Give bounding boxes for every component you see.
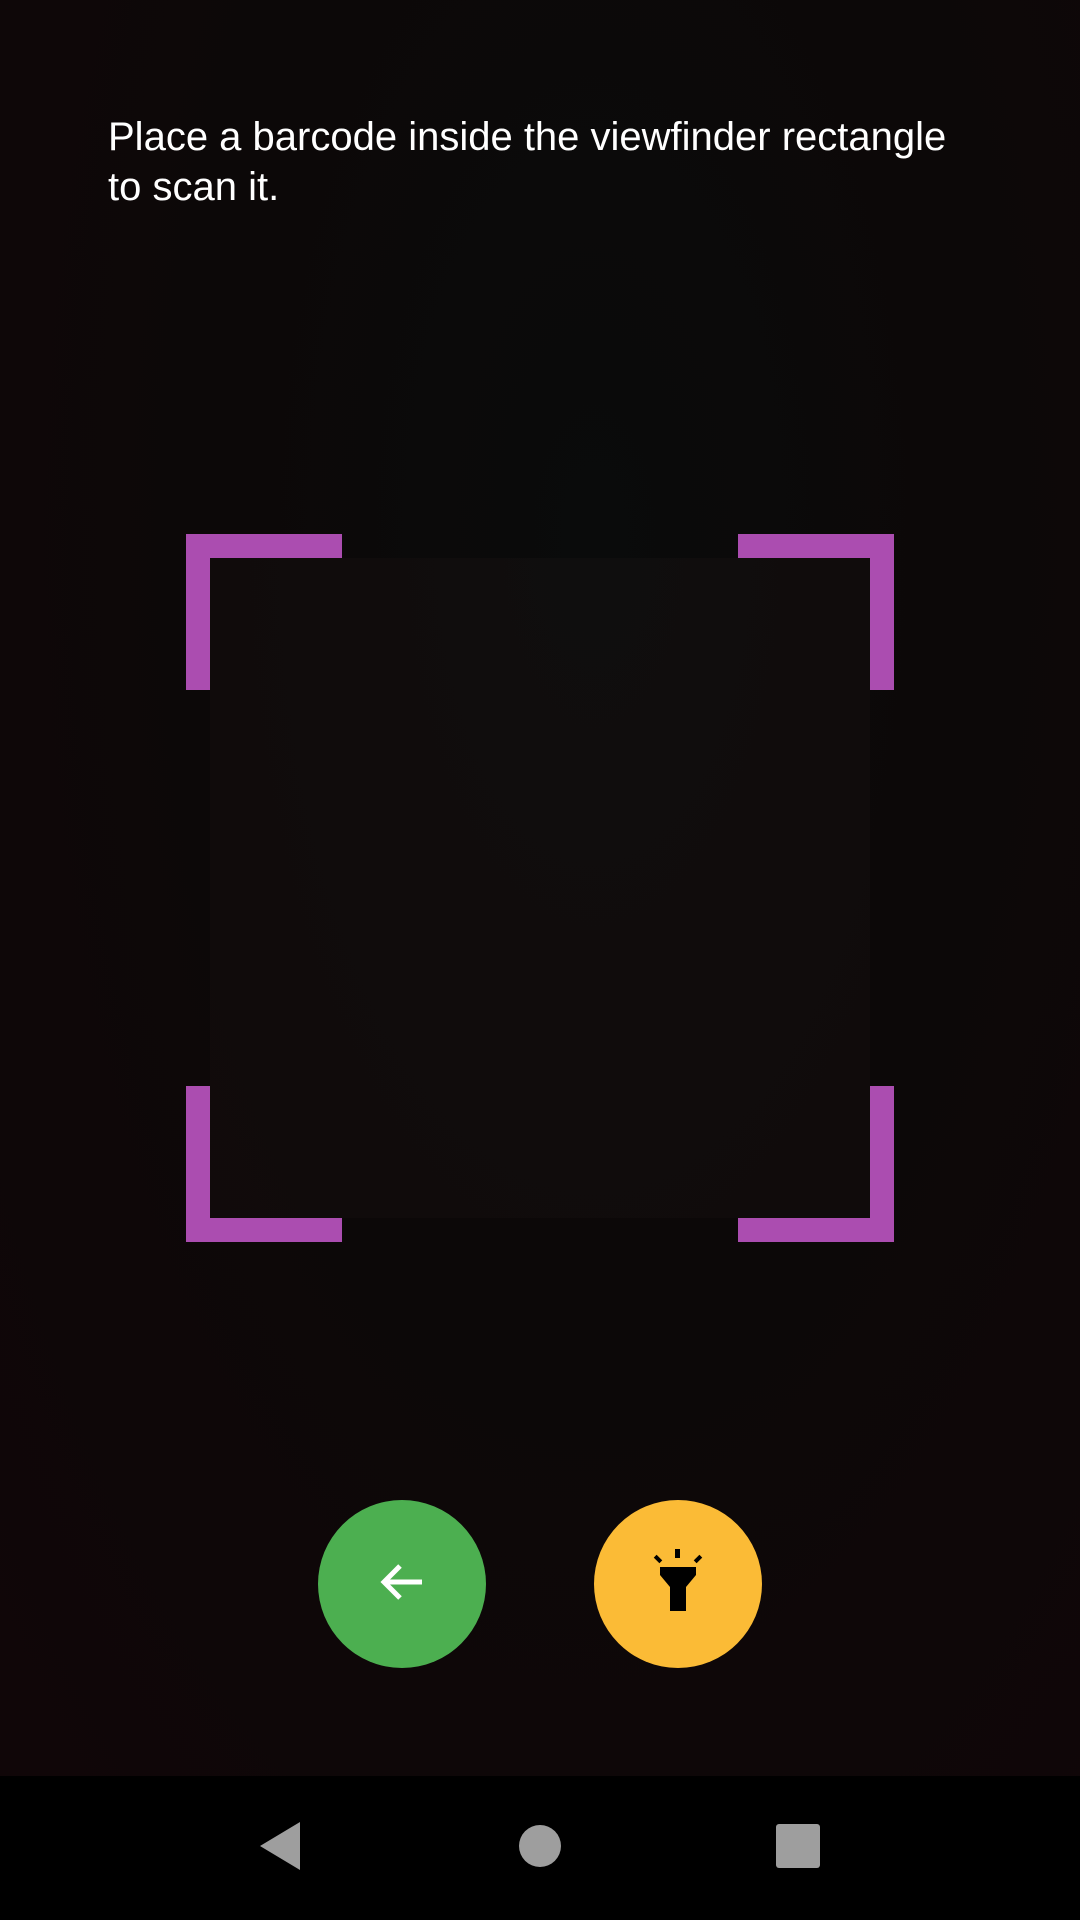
viewfinder-corner-bottom-right xyxy=(738,1086,894,1242)
nav-home-button[interactable] xyxy=(468,1776,612,1920)
nav-back-button[interactable] xyxy=(208,1776,352,1920)
system-navigation-bar xyxy=(0,1776,1080,1920)
viewfinder-corner-top-left xyxy=(186,534,342,690)
viewfinder-corner-bottom-left xyxy=(186,1086,342,1242)
nav-recents-button[interactable] xyxy=(726,1776,870,1920)
viewfinder-frame xyxy=(186,534,894,1242)
camera-preview: Place a barcode inside the viewfinder re… xyxy=(0,0,1080,1776)
viewfinder-corner-top-right xyxy=(738,534,894,690)
flashlight-icon xyxy=(648,1547,708,1622)
scan-instruction-text: Place a barcode inside the viewfinder re… xyxy=(108,115,947,209)
nav-home-circle-icon xyxy=(517,1823,563,1874)
nav-back-triangle-icon xyxy=(256,1820,304,1877)
back-button[interactable] xyxy=(318,1500,486,1668)
arrow-left-icon xyxy=(374,1554,430,1615)
nav-recents-square-icon xyxy=(775,1823,821,1874)
flashlight-toggle-button[interactable] xyxy=(594,1500,762,1668)
